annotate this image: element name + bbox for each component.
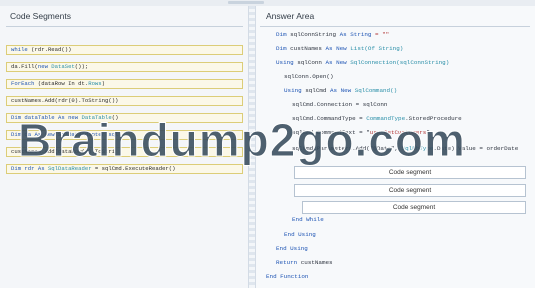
code-segment-item[interactable]: da.Fill(new DataSet()); xyxy=(6,62,243,72)
answer-slot-1[interactable]: Code segment xyxy=(294,166,526,179)
code-segment-item[interactable]: Dim da As New SqlDataAdapter(sql xyxy=(6,130,243,140)
code-line: Using sqlConn As New SqlConnection(sqlCo… xyxy=(276,59,450,66)
answer-area-title: Answer Area xyxy=(266,11,315,21)
answer-area-divider xyxy=(260,26,530,27)
code-line: Return custNames xyxy=(276,259,333,266)
code-segment-item[interactable]: while (rdr.Read()) xyxy=(6,45,243,55)
code-segment-item[interactable]: custNames.Add(dataRow(0).ToStri xyxy=(6,147,243,157)
code-segment-item[interactable]: Dim rdr As SqlDataReader = sqlCmd.Execut… xyxy=(6,164,243,174)
answer-slot-2[interactable]: Code segment xyxy=(294,184,526,197)
code-line: End Using xyxy=(284,231,316,238)
code-line: sqlConn.Open() xyxy=(284,73,334,80)
code-segment-item[interactable]: ForEach (dataRow In dt.Rows) xyxy=(6,79,243,89)
code-line: sqlCmd.CommandText = "usp_GetCustomers" xyxy=(292,129,430,136)
code-line: Dim custNames As New List(Of String) xyxy=(276,45,404,52)
code-segments-divider xyxy=(6,26,243,27)
code-line: End While xyxy=(292,216,324,223)
code-line: sqlCmd.Parameters.Add("@Date", SqlDbType… xyxy=(292,145,519,152)
answer-slot-3[interactable]: Code segment xyxy=(302,201,526,214)
top-bar-handle xyxy=(228,1,264,4)
code-line: End Using xyxy=(276,245,308,252)
code-segment-item[interactable]: custNames.Add(rdr(0).ToString()) xyxy=(6,96,243,106)
panel-splitter[interactable] xyxy=(248,6,256,288)
code-line: End Function xyxy=(266,273,309,280)
code-segment-item[interactable]: Dim dataTable As new DataTable() xyxy=(6,113,243,123)
code-line: sqlCmd.Connection = sqlConn xyxy=(292,101,388,108)
code-line: Using sqlCmd As New SqlCommand() xyxy=(284,87,398,94)
code-line: sqlCmd.CommandType = CommandType.StoredP… xyxy=(292,115,462,122)
code-line: Dim sqlConnString As String = "" xyxy=(276,31,390,38)
code-segments-title: Code Segments xyxy=(10,11,71,21)
